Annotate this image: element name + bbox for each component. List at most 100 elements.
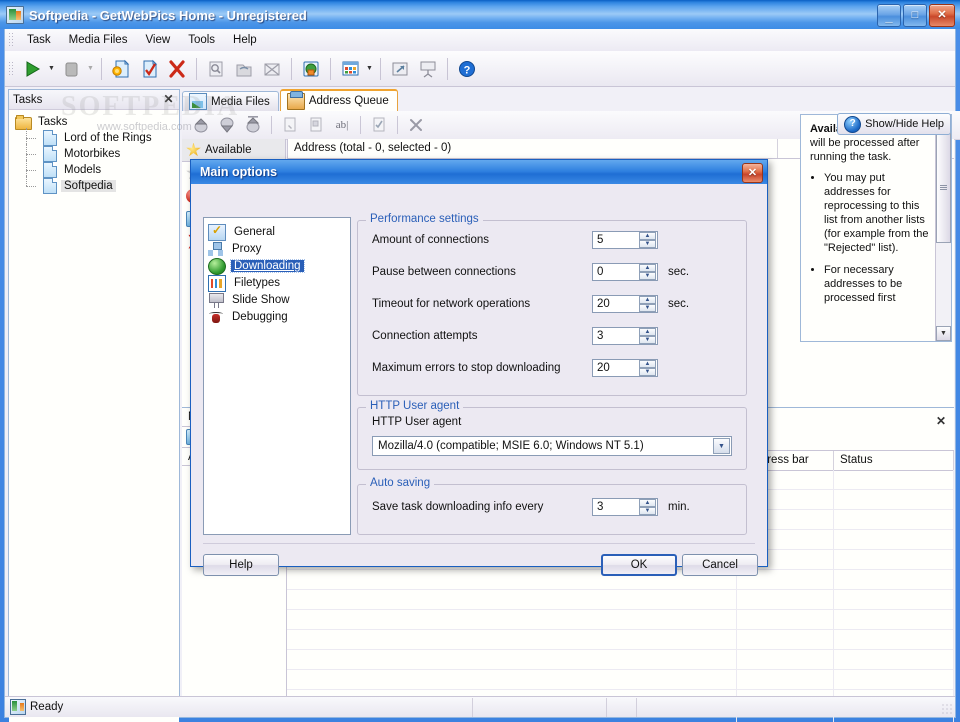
spinner-down-icon[interactable]: ▼ (639, 368, 656, 376)
stop-task-button[interactable] (58, 56, 84, 82)
menu-item-view[interactable]: View (136, 31, 179, 49)
rename-address-button[interactable]: ab| (331, 114, 353, 136)
help-button[interactable]: Help (203, 554, 279, 576)
spinner-up-icon[interactable]: ▲ (639, 499, 656, 507)
category-debugging[interactable]: Debugging (208, 309, 346, 325)
add-address-button[interactable] (279, 114, 301, 136)
spinner-up-icon[interactable]: ▲ (639, 296, 656, 304)
export-button[interactable] (387, 56, 413, 82)
move-up-button[interactable] (190, 114, 212, 136)
tree-item-label: Motorbikes (64, 148, 121, 160)
spinner-value[interactable]: 3 (593, 328, 637, 344)
resize-grip[interactable] (941, 703, 953, 715)
close-button[interactable]: ✕ (929, 4, 955, 27)
spinner-down-icon[interactable]: ▼ (639, 272, 656, 280)
timeout-spinner[interactable]: 20 ▲ ▼ (592, 295, 658, 313)
start-task-button[interactable] (19, 56, 45, 82)
chevron-down-icon[interactable]: ▼ (713, 438, 730, 454)
tab-address-queue[interactable]: Address Queue (279, 89, 398, 111)
scroll-down-button[interactable]: ▼ (936, 326, 951, 341)
tree-root-tasks[interactable]: Tasks (11, 114, 177, 130)
maximize-button[interactable]: □ (903, 4, 927, 27)
browser-button[interactable] (298, 56, 324, 82)
tasks-panel-close-icon[interactable]: ✕ (162, 92, 175, 105)
help-scrollbar[interactable]: ▲ ▼ (935, 115, 951, 341)
spinner-buttons[interactable]: ▲ ▼ (639, 264, 656, 280)
category-downloading[interactable]: Downloading (208, 257, 346, 275)
pause-between-connections-spinner[interactable]: 0 ▲ ▼ (592, 263, 658, 281)
dialog-close-button[interactable]: ✕ (742, 163, 763, 183)
menu-item-tools[interactable]: Tools (179, 31, 224, 49)
table-row[interactable] (287, 590, 954, 610)
spinner-buttons[interactable]: ▲ ▼ (639, 360, 656, 376)
tree-item-softpedia[interactable]: Softpedia (11, 176, 177, 194)
spinner-down-icon[interactable]: ▼ (639, 304, 656, 312)
ok-button[interactable]: OK (601, 554, 677, 576)
edit-task-button[interactable] (136, 56, 162, 82)
table-row[interactable] (287, 650, 954, 670)
table-row[interactable] (287, 670, 954, 690)
spinner-buttons[interactable]: ▲ ▼ (639, 232, 656, 248)
start-task-dropdown[interactable]: ▼ (46, 56, 57, 82)
slideshow-button[interactable] (415, 56, 441, 82)
spinner-value[interactable]: 20 (593, 360, 637, 376)
column-header-status[interactable]: Status (834, 451, 954, 470)
column-header-address[interactable]: Address (total - 0, selected - 0) (288, 139, 778, 158)
spinner-up-icon[interactable]: ▲ (639, 360, 656, 368)
category-proxy[interactable]: Proxy (208, 241, 346, 257)
copy-address-button[interactable] (305, 114, 327, 136)
spinner-down-icon[interactable]: ▼ (639, 336, 656, 344)
stop-task-dropdown[interactable]: ▼ (85, 56, 96, 82)
show-hide-help-button[interactable]: ? Show/Hide Help (837, 113, 951, 135)
remove-address-button[interactable] (405, 114, 427, 136)
check-address-button[interactable] (368, 114, 390, 136)
category-general[interactable]: General (208, 223, 346, 241)
spinner-up-icon[interactable]: ▲ (639, 328, 656, 336)
open-folder-button[interactable] (231, 56, 257, 82)
toolbar-grip[interactable] (8, 60, 15, 77)
spinner-buttons[interactable]: ▲ ▼ (639, 328, 656, 344)
question-circle-icon: ? (844, 115, 862, 133)
tree-item-motorbikes[interactable]: Motorbikes (11, 144, 177, 162)
spinner-value[interactable]: 0 (593, 264, 637, 280)
spinner-value[interactable]: 5 (593, 232, 637, 248)
tree-item-lord-of-the-rings[interactable]: Lord of the Rings (11, 128, 177, 146)
clear-button[interactable] (259, 56, 285, 82)
menu-grip[interactable] (8, 32, 15, 48)
delete-task-button[interactable] (164, 56, 190, 82)
spinner-value[interactable]: 3 (593, 499, 637, 515)
move-down-button[interactable] (216, 114, 238, 136)
new-task-button[interactable] (108, 56, 134, 82)
thumbnails-dropdown[interactable]: ▼ (364, 56, 375, 82)
spinner-down-icon[interactable]: ▼ (639, 240, 656, 248)
minimize-button[interactable]: _ (877, 4, 901, 27)
spinner-up-icon[interactable]: ▲ (639, 232, 656, 240)
auto-save-interval-spinner[interactable]: 3 ▲ ▼ (592, 498, 658, 516)
table-row[interactable] (287, 630, 954, 650)
table-row[interactable] (287, 610, 954, 630)
scroll-thumb[interactable] (936, 131, 951, 243)
category-slide-show[interactable]: Slide Show (208, 292, 346, 308)
tab-media-files[interactable]: Media Files (182, 91, 279, 111)
move-top-button[interactable] (242, 114, 264, 136)
help-button[interactable]: ? (454, 56, 480, 82)
tree-item-models[interactable]: Models (11, 160, 177, 178)
connection-attempts-spinner[interactable]: 3 ▲ ▼ (592, 327, 658, 345)
amount-of-connections-spinner[interactable]: 5 ▲ ▼ (592, 231, 658, 249)
spinner-value[interactable]: 20 (593, 296, 637, 312)
cancel-button[interactable]: Cancel (682, 554, 758, 576)
user-agent-combobox[interactable]: Mozilla/4.0 (compatible; MSIE 6.0; Windo… (372, 436, 732, 456)
menu-item-help[interactable]: Help (224, 31, 266, 49)
thumbnails-button[interactable] (337, 56, 363, 82)
spinner-buttons[interactable]: ▲ ▼ (639, 296, 656, 312)
category-filetypes[interactable]: Filetypes (208, 274, 346, 292)
maximum-errors-spinner[interactable]: 20 ▲ ▼ (592, 359, 658, 377)
spinner-buttons[interactable]: ▲ ▼ (639, 499, 656, 515)
spinner-down-icon[interactable]: ▼ (639, 507, 656, 515)
dialog-category-list[interactable]: General Proxy Downloading Filetypes Slid… (203, 217, 351, 535)
menu-item-task[interactable]: Task (18, 31, 60, 49)
menu-item-media-files[interactable]: Media Files (60, 31, 137, 49)
help-pane-close-icon[interactable]: ✕ (936, 414, 946, 428)
spinner-up-icon[interactable]: ▲ (639, 264, 656, 272)
preview-button[interactable] (203, 56, 229, 82)
